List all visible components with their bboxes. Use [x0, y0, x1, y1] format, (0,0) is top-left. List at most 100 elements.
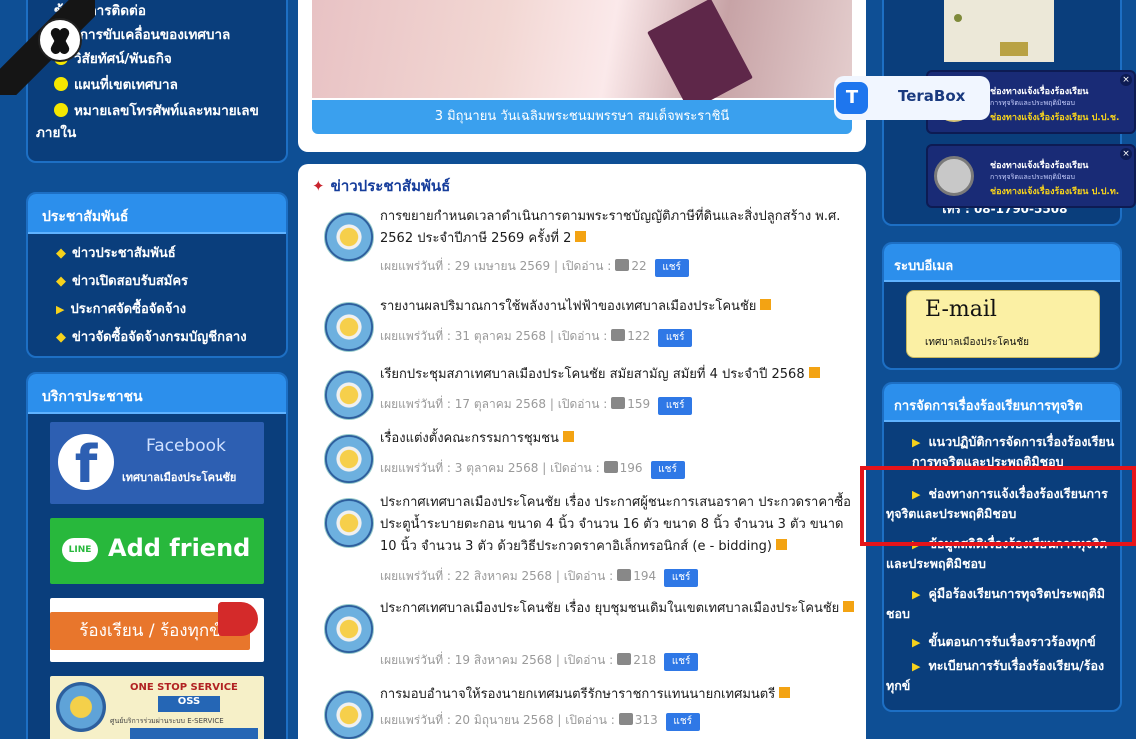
- pacc-logo-icon: [934, 156, 974, 196]
- new-icon: [808, 367, 820, 378]
- oss-title: ONE STOP SERVICE: [130, 682, 238, 693]
- email-label: E-mail: [925, 297, 997, 322]
- mourning-ribbon-icon: [0, 0, 95, 95]
- triangle-icon: ▶: [912, 588, 921, 601]
- facebook-subtitle: เทศบาลเมืองประโคนชัย: [122, 471, 237, 484]
- municipal-seal-icon: [324, 212, 374, 262]
- oss-badge: OSS: [158, 696, 220, 712]
- municipal-seal-icon: [324, 370, 374, 420]
- pr-box-title: ประชาสัมพันธ์: [28, 194, 286, 234]
- eye-icon: [618, 713, 633, 725]
- new-icon: [575, 231, 587, 242]
- municipal-seal-icon: [56, 682, 106, 732]
- eye-icon: [617, 569, 632, 581]
- news-item-title[interactable]: เรียกประชุมสภาเทศบาลเมืองประโคนชัย สมัยส…: [380, 364, 858, 386]
- bullet-icon: [54, 103, 68, 117]
- facebook-banner[interactable]: f Facebook เทศบาลเมืองประโคนชัย: [50, 422, 264, 504]
- card-line-1: ช่องทางแจ้งเรื่องร้องเรียน: [990, 87, 1089, 97]
- share-button[interactable]: แชร์: [665, 713, 700, 731]
- share-button[interactable]: แชร์: [664, 653, 699, 671]
- news-section-title: ✦ ข่าวประชาสัมพันธ์: [312, 177, 451, 195]
- news-item-title[interactable]: ประกาศเทศบาลเมืองประโคนชัย เรื่อง ยุบชุม…: [380, 598, 858, 620]
- new-icon: [775, 539, 787, 550]
- news-item-title[interactable]: การมอบอำนาจให้รองนายกเทศมนตรีรักษาราชการ…: [380, 684, 858, 706]
- news-item-meta: เผยแพร่วันที่ : 17 ตุลาคม 2568 | เปิดอ่า…: [380, 394, 693, 415]
- link-phone-numbers[interactable]: หมายเลขโทรศัพท์และหมายเลข: [54, 100, 259, 122]
- new-icon: [760, 299, 772, 310]
- link-pr-news[interactable]: ◆ ข่าวประชาสัมพันธ์: [56, 242, 176, 263]
- facebook-icon: f: [58, 434, 114, 495]
- link-cgd-procurement[interactable]: ◆ ข่าวจัดซื้อจัดจ้างกรมบัญชีกลาง: [56, 326, 247, 347]
- municipal-seal-icon: [324, 604, 374, 654]
- link-complaint-procedure[interactable]: ▶ ขั้นตอนการรับเรื่องราวร้องทุกข์: [886, 632, 1120, 652]
- star-icon: ◆: [56, 330, 66, 345]
- terabox-label: TeraBox: [898, 87, 966, 105]
- banner-image[interactable]: [312, 0, 852, 112]
- share-button[interactable]: แชร์: [658, 397, 693, 415]
- share-button[interactable]: แชร์: [650, 461, 685, 479]
- news-item-title[interactable]: การขยายกำหนดเวลาดำเนินการตามพระราชบัญญัต…: [380, 206, 858, 250]
- link-complaint-manual[interactable]: ▶ คู่มือร้องเรียนการทุจริตประพฤติมิ ชอบ: [886, 584, 1120, 623]
- card-line-3: ช่องทางแจ้งเรื่องร้องเรียน ป.ป.ช.: [990, 113, 1120, 123]
- card-line-1: ช่องทางแจ้งเรื่องร้องเรียน: [990, 161, 1089, 171]
- triangle-icon: ▶: [912, 636, 921, 649]
- link-complaint-register[interactable]: ▶ ทะเบียนการรับเรื่องร้องเรียน/ร้อง ทุกข์: [886, 656, 1120, 695]
- new-icon: [562, 431, 574, 442]
- close-icon[interactable]: ×: [1120, 74, 1132, 86]
- card-line-2: การทุจริตและประพฤติมิชอบ: [990, 99, 1075, 107]
- new-icon: [779, 687, 791, 698]
- pr-box: ประชาสัมพันธ์ ◆ ข่าวประชาสัมพันธ์ ◆ ข่าวเป…: [26, 192, 288, 358]
- news-item-title[interactable]: ประกาศเทศบาลเมืองประโคนชัย เรื่อง ประกาศ…: [380, 492, 858, 558]
- link-recruitment-news[interactable]: ◆ ข่าวเปิดสอบรับสมัคร: [56, 270, 188, 291]
- royal-banner: 3 มิถุนายน วันเฉลิมพระชนมพรรษา สมเด็จพระ…: [298, 0, 866, 152]
- municipal-seal-icon: [324, 498, 374, 548]
- news-item-title[interactable]: เรื่องแต่งตั้งคณะกรรมการชุมชน: [380, 428, 858, 450]
- service-box: บริการประชาชน f Facebook เทศบาลเมืองประโ…: [26, 372, 288, 739]
- star-icon: ◆: [56, 274, 66, 289]
- email-box: ระบบอีเมล E-mail เทศบาลเมืองประโคนชัย: [882, 242, 1122, 370]
- new-icon: [843, 601, 855, 612]
- news-item-meta: เผยแพร่วันที่ : 20 มิถุนายน 2568 | เปิดอ…: [380, 710, 700, 731]
- corruption-box-title: การจัดการเรื่องร้องเรียนการทุจริต: [884, 384, 1120, 422]
- municipal-seal-icon: [324, 302, 374, 352]
- email-link[interactable]: E-mail เทศบาลเมืองประโคนชัย: [906, 290, 1100, 358]
- news-item-meta: เผยแพร่วันที่ : 31 ตุลาคม 2568 | เปิดอ่า…: [380, 326, 693, 347]
- close-icon[interactable]: ×: [1120, 148, 1132, 160]
- link-procurement-notice[interactable]: ▶ ประกาศจัดซื้อจัดจ้าง: [56, 298, 186, 319]
- news-item-meta: เผยแพร่วันที่ : 19 สิงหาคม 2568 | เปิดอ่…: [380, 650, 699, 671]
- pacc-complaint-card[interactable]: ช่องทางแจ้งเรื่องร้องเรียน การทุจริตและป…: [926, 144, 1136, 208]
- triangle-icon: ▶: [912, 660, 921, 673]
- news-item-meta: เผยแพร่วันที่ : 3 ตุลาคม 2568 | เปิดอ่าน…: [380, 458, 685, 479]
- share-button[interactable]: แชร์: [664, 569, 699, 587]
- share-button[interactable]: แชร์: [658, 329, 693, 347]
- news-item-meta: เผยแพร่วันที่ : 22 สิงหาคม 2568 | เปิดอ่…: [380, 566, 699, 587]
- eye-icon: [611, 397, 626, 409]
- oss-banner[interactable]: ONE STOP SERVICE OSS ศูนย์บริการร่วมผ่าน…: [50, 676, 264, 739]
- line-add-friend-banner[interactable]: LINE Add friend: [50, 518, 264, 584]
- triangle-icon: ▶: [912, 436, 921, 449]
- highlight-box: [860, 466, 1136, 546]
- link-phone-numbers-cont[interactable]: ภายใน: [36, 122, 76, 144]
- eye-icon: [615, 259, 630, 271]
- news-item-title[interactable]: รายงานผลปริมาณการใช้พลังงานไฟฟ้าของเทศบา…: [380, 296, 858, 318]
- terabox-badge[interactable]: T TeraBox: [834, 76, 990, 120]
- line-label: Add friend: [108, 534, 251, 562]
- card-line-2: การทุจริตและประพฤติมิชอบ: [990, 173, 1075, 181]
- municipal-seal-icon: [324, 434, 374, 484]
- terabox-icon: T: [836, 82, 868, 114]
- triangle-icon: ▶: [56, 303, 65, 316]
- share-button[interactable]: แชร์: [654, 259, 689, 277]
- email-box-title: ระบบอีเมล: [884, 244, 1120, 282]
- news-item-meta: เผยแพร่วันที่ : 29 เมษายน 2569 | เปิดอ่า…: [380, 256, 689, 277]
- oss-subtitle: ศูนย์บริการร่วมผ่านระบบ E-SERVICE: [110, 717, 224, 725]
- eye-icon: [611, 329, 626, 341]
- megaphone-icon: [218, 602, 258, 636]
- banner-caption: 3 มิถุนายน วันเฉลิมพระชนมพรรษา สมเด็จพระ…: [312, 100, 852, 134]
- facebook-title: Facebook: [146, 436, 226, 456]
- star-icon: ◆: [56, 246, 66, 261]
- news-panel: ✦ ข่าวประชาสัมพันธ์ การขยายกำหนดเวลาดำเนิ…: [298, 164, 866, 739]
- star-icon: ✦: [312, 177, 325, 195]
- eye-icon: [603, 461, 618, 473]
- eye-icon: [617, 653, 632, 665]
- complaint-banner[interactable]: ร้องเรียน / ร้องทุกข์: [50, 598, 264, 662]
